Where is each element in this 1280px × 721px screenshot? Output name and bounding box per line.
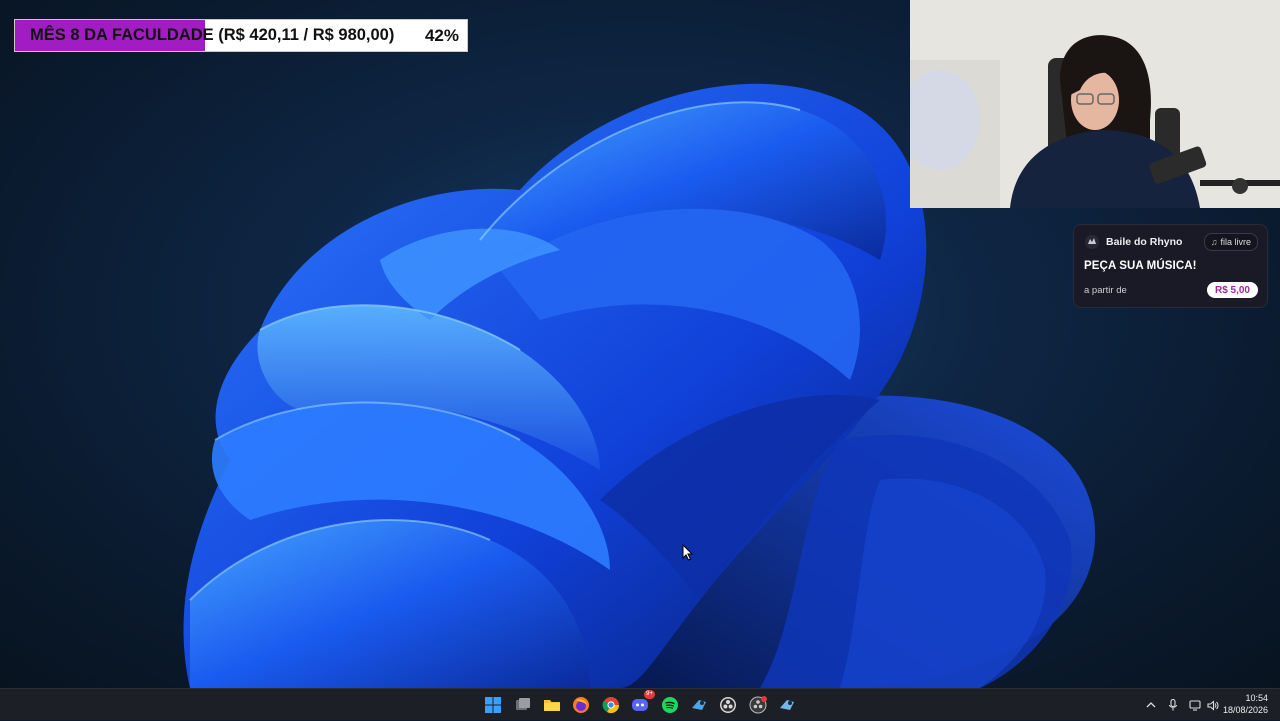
taskbar-clock[interactable]: 10:54 18/08/2026 xyxy=(1218,692,1268,716)
firefox-icon xyxy=(573,697,589,713)
microphone-icon[interactable] xyxy=(1165,697,1181,713)
obs-button[interactable] xyxy=(717,694,739,716)
steam-icon xyxy=(780,700,794,710)
task-view-icon xyxy=(516,698,530,710)
network-icon[interactable] xyxy=(1187,697,1203,713)
obs-icon xyxy=(720,697,736,713)
clock-time: 10:54 xyxy=(1245,693,1268,703)
music-note-icon: ♫ xyxy=(1210,237,1218,247)
music-card-header: Baile do Rhyno xyxy=(1084,234,1182,250)
taskbar: 9+ 10:54 18/08/2026 xyxy=(0,688,1280,720)
goal-percent: 42% xyxy=(424,26,459,45)
discord-button[interactable]: 9+ xyxy=(629,690,655,716)
chevron-up-icon[interactable] xyxy=(1143,697,1159,713)
goal-progress-bar: MÊS 8 DA FACULDADE (R$ 420,11 / R$ 980,0… xyxy=(14,19,468,52)
task-view-button[interactable] xyxy=(512,694,534,716)
steam-icon xyxy=(692,700,706,710)
music-card-title: PEÇA SUA MÚSICA! xyxy=(1084,260,1197,272)
steam-button-2[interactable] xyxy=(776,694,798,716)
windows-logo-icon xyxy=(485,697,501,713)
discord-notification-badge: 9+ xyxy=(644,690,655,699)
streamer-webcam-image xyxy=(910,0,1280,208)
spotify-icon xyxy=(662,697,678,713)
chrome-button[interactable] xyxy=(600,694,622,716)
firefox-button[interactable] xyxy=(570,694,592,716)
music-card-price: R$ 5,00 xyxy=(1206,282,1258,298)
obs-recording-icon xyxy=(749,696,767,714)
webcam-feed xyxy=(910,0,1280,208)
queue-status-label: fila livre xyxy=(1220,237,1251,247)
music-request-card: Baile do Rhyno ♫ fila livre PEÇA SUA MÚS… xyxy=(1073,224,1268,308)
steam-button[interactable] xyxy=(688,694,710,716)
music-card-name: Baile do Rhyno xyxy=(1106,236,1183,248)
file-explorer-button[interactable] xyxy=(541,694,563,716)
system-tray xyxy=(1143,689,1221,721)
obs-recording-button[interactable] xyxy=(747,694,769,716)
rhyno-logo-icon xyxy=(1085,235,1099,249)
clock-date: 18/08/2026 xyxy=(1222,705,1268,715)
spotify-button[interactable] xyxy=(659,694,681,716)
start-button[interactable] xyxy=(482,694,504,716)
mouse-cursor-icon xyxy=(682,544,694,561)
goal-title: MÊS 8 DA FACULDADE (R$ 420,11 / R$ 980,0… xyxy=(30,26,395,44)
folder-icon xyxy=(544,700,560,711)
queue-status-badge: ♫ fila livre xyxy=(1203,233,1258,251)
music-card-subtitle: a partir de xyxy=(1084,285,1127,296)
chrome-icon xyxy=(602,697,620,714)
